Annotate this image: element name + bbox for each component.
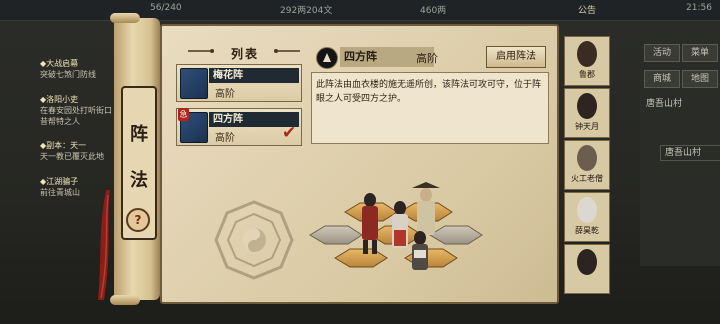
formation-board[interactable] [300, 140, 545, 290]
description-box: 此阵法由血衣楼的施无遥所创，该阵法可攻可守，位于阵眼之人可受四方之护。 [311, 72, 549, 144]
scroll-rod-bottom [110, 295, 140, 305]
team-member-name: 鲁郡 [579, 70, 595, 79]
menu-button[interactable]: 菜单 [682, 44, 718, 62]
new-badge: 急 [178, 108, 189, 121]
top-status-bar [0, 0, 720, 21]
formation-description: 此阵法由血衣楼的施无遥所创，该阵法可攻可守，位于阵眼之人可受四方之护。 [316, 80, 542, 104]
formation-icon [316, 47, 338, 69]
avatar [577, 249, 597, 275]
help-button[interactable]: ? [126, 208, 150, 232]
hex-tile[interactable] [334, 248, 388, 268]
team-member-slot[interactable]: 火工老僧 [564, 140, 610, 190]
location-label: 唐吾山村 [646, 99, 683, 109]
selected-check-icon: ✔ [282, 123, 297, 143]
location-button[interactable]: 唐吾山村 [660, 145, 720, 161]
announcement-button[interactable]: 公告 [578, 3, 596, 16]
quest-desc: 突破七煞门防线 [40, 70, 96, 79]
team-roster: 鲁郡 钟天月 火工老僧 薛昊乾 [562, 36, 614, 300]
title-char: 法 [130, 170, 148, 191]
list-header: 列表 [230, 47, 259, 61]
avatar [577, 93, 597, 119]
quest-item[interactable]: ◆副本：天一 天一教已覆灭此地 [40, 140, 114, 162]
stamina-value: 56/240 [150, 3, 182, 13]
clock: 21:56 [686, 3, 712, 13]
bagua-emblem [214, 200, 294, 280]
quest-item[interactable]: ◆洛阳小吏 在春安园处打听街口昔帮特之人 [40, 94, 114, 127]
quest-item[interactable]: ◆大战启幕 突破七煞门防线 [40, 58, 114, 80]
tassel-decoration [98, 190, 110, 300]
use-formation-button[interactable]: 启用阵法 [486, 46, 546, 68]
money-value: 292两204文 [280, 6, 333, 16]
gold-value: 460两 [420, 6, 447, 16]
character-sprite[interactable] [392, 201, 408, 248]
quest-tracker[interactable]: ◆大战启幕 突破七煞门防线 ◆洛阳小吏 在春安园处打听街口昔帮特之人 ◆副本：天… [40, 58, 112, 208]
avatar [577, 41, 597, 67]
formation-grade: 高阶 [215, 133, 235, 144]
team-member-name: 钟天月 [575, 122, 599, 131]
team-member-slot[interactable]: 鲁郡 [564, 36, 610, 86]
team-member-name: 火工老僧 [571, 174, 603, 183]
hex-tile[interactable] [309, 225, 363, 245]
character-sprite[interactable] [412, 231, 428, 270]
scroll-rod-top [110, 13, 140, 23]
quest-title: ◆副本：天一 [40, 141, 87, 150]
formation-grade: 高阶 [215, 89, 235, 100]
formation-name: 梅花阵 [209, 68, 299, 83]
selected-formation-grade: 高阶 [416, 52, 438, 65]
activity-button[interactable]: 活动 [644, 44, 680, 62]
quest-title: ◆洛阳小吏 [40, 95, 79, 104]
team-member-slot[interactable] [564, 244, 610, 294]
formation-card-meihua[interactable]: 梅花阵 高阶 [176, 64, 302, 102]
team-member-name: 薛昊乾 [575, 226, 599, 235]
formation-book-icon [180, 68, 208, 99]
avatar [577, 197, 597, 223]
quest-title: ◆江湖骗子 [40, 177, 79, 186]
map-button[interactable]: 地图 [682, 70, 718, 88]
title-char: 阵 [130, 124, 148, 145]
avatar [577, 145, 597, 171]
character-sprite[interactable] [362, 193, 378, 254]
quest-title: ◆大战启幕 [40, 59, 79, 68]
team-member-slot[interactable]: 薛昊乾 [564, 192, 610, 242]
quest-desc: 天一教已覆灭此地 [40, 152, 104, 161]
shop-button[interactable]: 商城 [644, 70, 680, 88]
quest-desc: 在春安园处打听街口昔帮特之人 [40, 106, 112, 126]
hex-tile[interactable] [429, 225, 483, 245]
team-member-slot[interactable]: 钟天月 [564, 88, 610, 138]
